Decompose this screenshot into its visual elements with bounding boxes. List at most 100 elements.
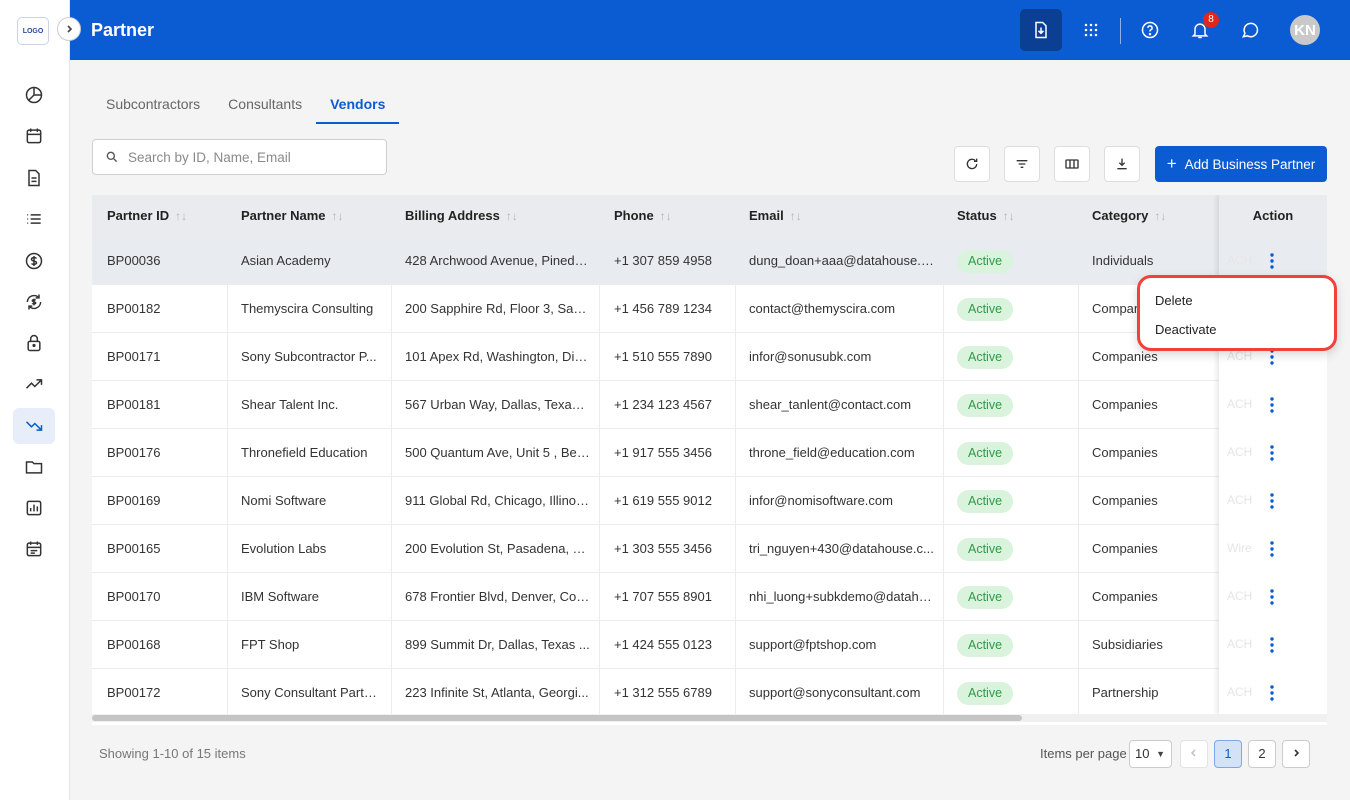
more-vertical-icon bbox=[1270, 252, 1274, 269]
partner-id-cell: BP00182 bbox=[107, 301, 161, 316]
tab-consultants[interactable]: Consultants bbox=[214, 86, 316, 124]
status-cell: Active bbox=[957, 621, 1072, 668]
chat-button[interactable] bbox=[1229, 9, 1271, 51]
col-action: Action bbox=[1219, 195, 1327, 237]
table-row[interactable]: BP00168 FPT Shop 899 Summit Dr, Dallas, Te… bbox=[92, 621, 1327, 669]
status-badge: Active bbox=[957, 346, 1014, 370]
sidebar-item-exchange[interactable] bbox=[13, 284, 55, 320]
delete-menu-item[interactable]: Delete bbox=[1155, 293, 1193, 308]
plus-icon: + bbox=[1166, 154, 1177, 173]
sidebar-item-schedule[interactable] bbox=[13, 531, 55, 567]
add-business-partner-button[interactable]: + Add Business Partner bbox=[1155, 146, 1327, 182]
sidebar-item-finance[interactable] bbox=[13, 243, 55, 279]
table-row[interactable]: BP00176 Thronefield Education 500 Quantum … bbox=[92, 429, 1327, 477]
sort-icon[interactable]: ↑↓ bbox=[660, 209, 672, 223]
status-cell: Active bbox=[957, 525, 1072, 572]
page-title: Partner bbox=[91, 20, 155, 40]
tab-vendors[interactable]: Vendors bbox=[316, 86, 400, 124]
row-actions-button[interactable] bbox=[1263, 429, 1281, 476]
logo: LOGO bbox=[17, 17, 49, 45]
partner-id-cell: BP00176 bbox=[107, 445, 161, 460]
billing-address-cell: 500 Quantum Ave, Unit 5 , Bev... bbox=[405, 445, 590, 460]
sort-icon[interactable]: ↑↓ bbox=[790, 209, 802, 223]
filter-button[interactable] bbox=[1004, 146, 1040, 182]
header-divider bbox=[1120, 18, 1121, 44]
status-cell: Active bbox=[957, 477, 1072, 524]
download-document-button[interactable] bbox=[1020, 9, 1062, 51]
user-avatar[interactable]: KN bbox=[1290, 15, 1320, 45]
sort-icon[interactable]: ↑↓ bbox=[1154, 209, 1166, 223]
col-email[interactable]: Email ↑↓ bbox=[749, 195, 802, 237]
tab-subcontractors[interactable]: Subcontractors bbox=[92, 86, 214, 124]
deactivate-menu-item[interactable]: Deactivate bbox=[1155, 322, 1216, 337]
sidebar-item-list[interactable] bbox=[13, 201, 55, 237]
row-actions-button[interactable] bbox=[1263, 477, 1281, 524]
sort-icon[interactable]: ↑↓ bbox=[332, 209, 344, 223]
table-row[interactable]: BP00169 Nomi Software 911 Global Rd, Chica… bbox=[92, 477, 1327, 525]
table-row[interactable]: BP00181 Shear Talent Inc. 567 Urban Way, D… bbox=[92, 381, 1327, 429]
horizontal-scrollbar[interactable] bbox=[92, 714, 1327, 722]
table-row[interactable]: BP00170 IBM Software 678 Frontier Blvd, De… bbox=[92, 573, 1327, 621]
scrollbar-thumb[interactable] bbox=[92, 715, 1022, 721]
col-phone[interactable]: Phone ↑↓ bbox=[614, 195, 672, 237]
table-row[interactable]: BP00165 Evolution Labs 200 Evolution St, P… bbox=[92, 525, 1327, 573]
partner-id-cell: BP00165 bbox=[107, 541, 161, 556]
category-cell: Companies bbox=[1092, 541, 1158, 556]
notifications-button[interactable]: 8 bbox=[1179, 9, 1221, 51]
partner-name-cell: FPT Shop bbox=[241, 637, 300, 652]
sort-icon[interactable]: ↑↓ bbox=[175, 209, 187, 223]
search-icon bbox=[106, 151, 118, 163]
sidebar-item-security[interactable] bbox=[13, 325, 55, 361]
row-actions-button[interactable] bbox=[1263, 573, 1281, 620]
prev-page-button[interactable] bbox=[1180, 740, 1208, 768]
row-actions-button[interactable] bbox=[1263, 525, 1281, 572]
phone-cell: +1 917 555 3456 bbox=[614, 445, 712, 460]
sort-icon[interactable]: ↑↓ bbox=[506, 209, 518, 223]
export-button[interactable] bbox=[1104, 146, 1140, 182]
sidebar-item-documents[interactable] bbox=[13, 160, 55, 196]
items-per-page-select[interactable]: 10 ▼ bbox=[1129, 740, 1172, 768]
partner-id-cell: BP00168 bbox=[107, 637, 161, 652]
col-category[interactable]: Category ↑↓ bbox=[1092, 195, 1166, 237]
sidebar-item-dashboard[interactable] bbox=[13, 77, 55, 113]
col-partner-id[interactable]: Partner ID ↑↓ bbox=[107, 195, 187, 237]
page-button-2[interactable]: 2 bbox=[1248, 740, 1276, 768]
refresh-button[interactable] bbox=[954, 146, 990, 182]
sidebar: LOGO bbox=[0, 0, 70, 800]
sort-icon[interactable]: ↑↓ bbox=[1003, 209, 1015, 223]
apps-button[interactable] bbox=[1070, 9, 1112, 51]
sidebar-expand-button[interactable] bbox=[57, 17, 81, 41]
col-billing-address[interactable]: Billing Address ↑↓ bbox=[405, 195, 518, 237]
status-badge: Active bbox=[957, 250, 1014, 274]
search-input[interactable] bbox=[128, 149, 368, 165]
columns-button[interactable] bbox=[1054, 146, 1090, 182]
action-column: Action ACHACHACHACHACHACHWireACHACHACH bbox=[1219, 195, 1327, 715]
partner-name-cell: Shear Talent Inc. bbox=[241, 397, 339, 412]
help-button[interactable] bbox=[1129, 9, 1171, 51]
phone-cell: +1 234 123 4567 bbox=[614, 397, 712, 412]
row-action-menu: Delete Deactivate bbox=[1137, 275, 1337, 351]
partner-name-cell: Themyscira Consulting bbox=[241, 301, 374, 316]
sidebar-item-folders[interactable] bbox=[13, 449, 55, 485]
next-page-button[interactable] bbox=[1282, 740, 1310, 768]
row-actions-button[interactable] bbox=[1263, 669, 1281, 716]
col-status[interactable]: Status ↑↓ bbox=[957, 195, 1015, 237]
payment-method-cell: ACH bbox=[1227, 685, 1253, 699]
page-button-1[interactable]: 1 bbox=[1214, 740, 1242, 768]
table-row[interactable]: BP00172 Sony Consultant Partn... 223 Infin… bbox=[92, 669, 1327, 717]
row-actions-button[interactable] bbox=[1263, 621, 1281, 668]
sidebar-item-calendar[interactable] bbox=[13, 118, 55, 154]
col-partner-name[interactable]: Partner Name ↑↓ bbox=[241, 195, 344, 237]
more-vertical-icon bbox=[1270, 396, 1274, 413]
email-cell: tri_nguyen+430@datahouse.c... bbox=[749, 541, 934, 556]
billing-address-cell: 911 Global Rd, Chicago, Illinois... bbox=[405, 493, 590, 508]
partner-id-cell: BP00181 bbox=[107, 397, 161, 412]
sidebar-item-expenses[interactable] bbox=[13, 408, 55, 444]
billing-address-cell: 200 Evolution St, Pasadena, Te... bbox=[405, 541, 590, 556]
folder-icon bbox=[25, 461, 43, 474]
pagination-summary: Showing 1-10 of 15 items bbox=[99, 746, 246, 761]
row-actions-button[interactable] bbox=[1263, 381, 1281, 428]
sidebar-item-revenue[interactable] bbox=[13, 366, 55, 402]
status-badge: Active bbox=[957, 682, 1014, 706]
sidebar-item-reports[interactable] bbox=[13, 490, 55, 526]
